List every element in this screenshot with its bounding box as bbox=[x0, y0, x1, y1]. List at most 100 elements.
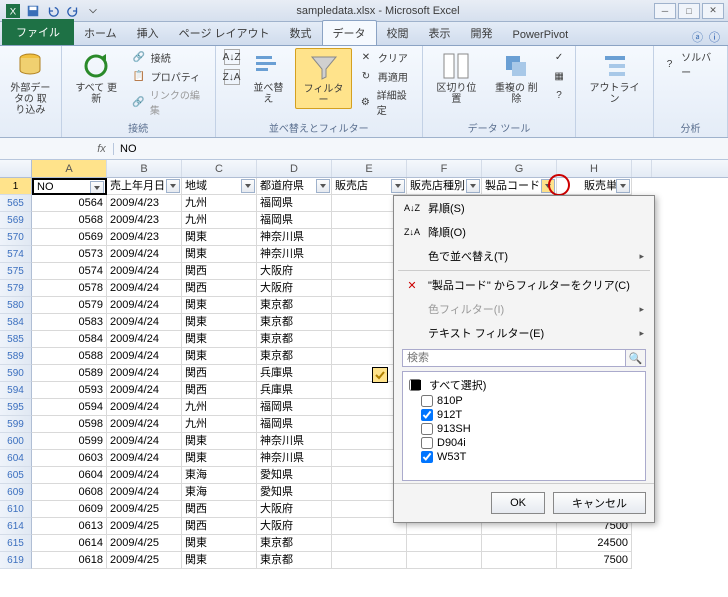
cell[interactable]: 2009/4/24 bbox=[107, 365, 182, 382]
cell[interactable]: 0598 bbox=[32, 416, 107, 433]
cell[interactable]: 大阪府 bbox=[257, 501, 332, 518]
sort-button[interactable]: 並べ替え bbox=[246, 48, 292, 107]
cell[interactable]: 関東 bbox=[182, 433, 257, 450]
search-icon[interactable]: 🔍 bbox=[626, 349, 646, 367]
tab-formulas[interactable]: 数式 bbox=[280, 21, 322, 45]
cell[interactable]: 0579 bbox=[32, 297, 107, 314]
clear-filter-button[interactable]: ✕クリア bbox=[356, 48, 416, 66]
row-header[interactable]: 590 bbox=[0, 365, 32, 382]
col-header-B[interactable]: B bbox=[107, 160, 182, 177]
cell[interactable]: 販売単価 bbox=[557, 178, 632, 195]
cell[interactable]: 神奈川県 bbox=[257, 246, 332, 263]
cell[interactable]: 関東 bbox=[182, 246, 257, 263]
cell[interactable]: 東京都 bbox=[257, 348, 332, 365]
cell[interactable]: 0573 bbox=[32, 246, 107, 263]
cell[interactable]: 神奈川県 bbox=[257, 450, 332, 467]
cell[interactable]: 0584 bbox=[32, 331, 107, 348]
clear-filter-item[interactable]: ✕"製品コード" からフィルターをクリア(C) bbox=[394, 273, 654, 297]
row-header[interactable]: 575 bbox=[0, 263, 32, 280]
row-header[interactable]: 585 bbox=[0, 331, 32, 348]
redo-icon[interactable] bbox=[64, 2, 82, 20]
tab-dev[interactable]: 開発 bbox=[461, 21, 503, 45]
cell[interactable]: 2009/4/24 bbox=[107, 416, 182, 433]
cell[interactable]: 2009/4/24 bbox=[107, 297, 182, 314]
cell[interactable]: 0618 bbox=[32, 552, 107, 569]
cell[interactable]: 0574 bbox=[32, 263, 107, 280]
cell[interactable]: 0588 bbox=[32, 348, 107, 365]
cell[interactable]: 東京都 bbox=[257, 331, 332, 348]
formula-input[interactable]: NO bbox=[114, 143, 728, 155]
cell[interactable]: 2009/4/24 bbox=[107, 280, 182, 297]
row-header[interactable]: 600 bbox=[0, 433, 32, 450]
row-header[interactable]: 574 bbox=[0, 246, 32, 263]
col-header-D[interactable]: D bbox=[257, 160, 332, 177]
cell[interactable]: 関西 bbox=[182, 501, 257, 518]
row-header[interactable]: 599 bbox=[0, 416, 32, 433]
cell[interactable]: 兵庫県 bbox=[257, 382, 332, 399]
cell[interactable]: 0593 bbox=[32, 382, 107, 399]
minimize-button[interactable]: ─ bbox=[654, 3, 676, 19]
cell[interactable]: 0608 bbox=[32, 484, 107, 501]
cell[interactable]: 兵庫県 bbox=[257, 365, 332, 382]
solver-button[interactable]: ?ソルバー bbox=[660, 48, 721, 80]
help-icon[interactable]: ⓘ bbox=[709, 29, 720, 45]
cell[interactable]: 愛知県 bbox=[257, 467, 332, 484]
consolidate-button[interactable]: ▦ bbox=[549, 67, 569, 85]
cell[interactable]: 九州 bbox=[182, 416, 257, 433]
cell[interactable]: 東京都 bbox=[257, 535, 332, 552]
cell[interactable]: 7500 bbox=[557, 552, 632, 569]
cell[interactable]: 0569 bbox=[32, 229, 107, 246]
filter-dropdown-button[interactable] bbox=[241, 179, 255, 193]
row-header[interactable]: 594 bbox=[0, 382, 32, 399]
cell[interactable]: 0568 bbox=[32, 212, 107, 229]
cell[interactable] bbox=[482, 552, 557, 569]
cell[interactable]: 0603 bbox=[32, 450, 107, 467]
row-header[interactable]: 565 bbox=[0, 195, 32, 212]
cell[interactable]: 関西 bbox=[182, 263, 257, 280]
cell[interactable]: 地域 bbox=[182, 178, 257, 195]
cell[interactable]: 0599 bbox=[32, 433, 107, 450]
select-all-corner[interactable] bbox=[0, 160, 32, 177]
row-header[interactable]: 605 bbox=[0, 467, 32, 484]
tab-review[interactable]: 校閲 bbox=[377, 21, 419, 45]
col-header-G[interactable]: G bbox=[482, 160, 557, 177]
cell[interactable]: 関西 bbox=[182, 382, 257, 399]
cell[interactable]: 2009/4/24 bbox=[107, 246, 182, 263]
outline-button[interactable]: アウトライン bbox=[582, 48, 647, 107]
tab-powerpivot[interactable]: PowerPivot bbox=[503, 25, 579, 45]
sort-by-color-item[interactable]: 色で並べ替え(T) bbox=[394, 244, 654, 268]
row-header[interactable]: 589 bbox=[0, 348, 32, 365]
cell[interactable]: 関東 bbox=[182, 450, 257, 467]
select-all-checkbox[interactable]: すべて選択) bbox=[407, 376, 641, 394]
cell[interactable]: 0604 bbox=[32, 467, 107, 484]
cell[interactable]: 製品コード bbox=[482, 178, 557, 195]
cell[interactable]: 神奈川県 bbox=[257, 433, 332, 450]
cell[interactable]: 2009/4/23 bbox=[107, 212, 182, 229]
row-header[interactable]: 1 bbox=[0, 178, 32, 195]
filter-dropdown-button[interactable] bbox=[90, 181, 104, 195]
cell[interactable]: 福岡県 bbox=[257, 195, 332, 212]
undo-icon[interactable] bbox=[44, 2, 62, 20]
cell[interactable]: 2009/4/25 bbox=[107, 501, 182, 518]
tab-home[interactable]: ホーム bbox=[74, 21, 127, 45]
cell[interactable]: 福岡県 bbox=[257, 212, 332, 229]
cell[interactable]: NO bbox=[32, 178, 107, 195]
qat-dropdown-icon[interactable] bbox=[84, 2, 102, 20]
checkbox-filter-indicator[interactable] bbox=[372, 367, 388, 383]
cell[interactable]: 関東 bbox=[182, 552, 257, 569]
reapply-button[interactable]: ↻再適用 bbox=[356, 67, 416, 85]
cell[interactable]: 2009/4/24 bbox=[107, 263, 182, 280]
filter-dropdown-button[interactable] bbox=[316, 179, 330, 193]
filter-search-input[interactable] bbox=[402, 349, 626, 367]
edit-links-button[interactable]: 🔗リンクの編集 bbox=[129, 86, 209, 118]
refresh-all-button[interactable]: すべて 更新 bbox=[68, 48, 125, 107]
row-header[interactable]: 569 bbox=[0, 212, 32, 229]
cell[interactable]: 都道府県 bbox=[257, 178, 332, 195]
cell[interactable]: 大阪府 bbox=[257, 280, 332, 297]
cell[interactable]: 0609 bbox=[32, 501, 107, 518]
cell[interactable]: 販売店 bbox=[332, 178, 407, 195]
cell[interactable] bbox=[407, 552, 482, 569]
row-header[interactable]: 619 bbox=[0, 552, 32, 569]
row-header[interactable]: 610 bbox=[0, 501, 32, 518]
maximize-button[interactable]: □ bbox=[678, 3, 700, 19]
